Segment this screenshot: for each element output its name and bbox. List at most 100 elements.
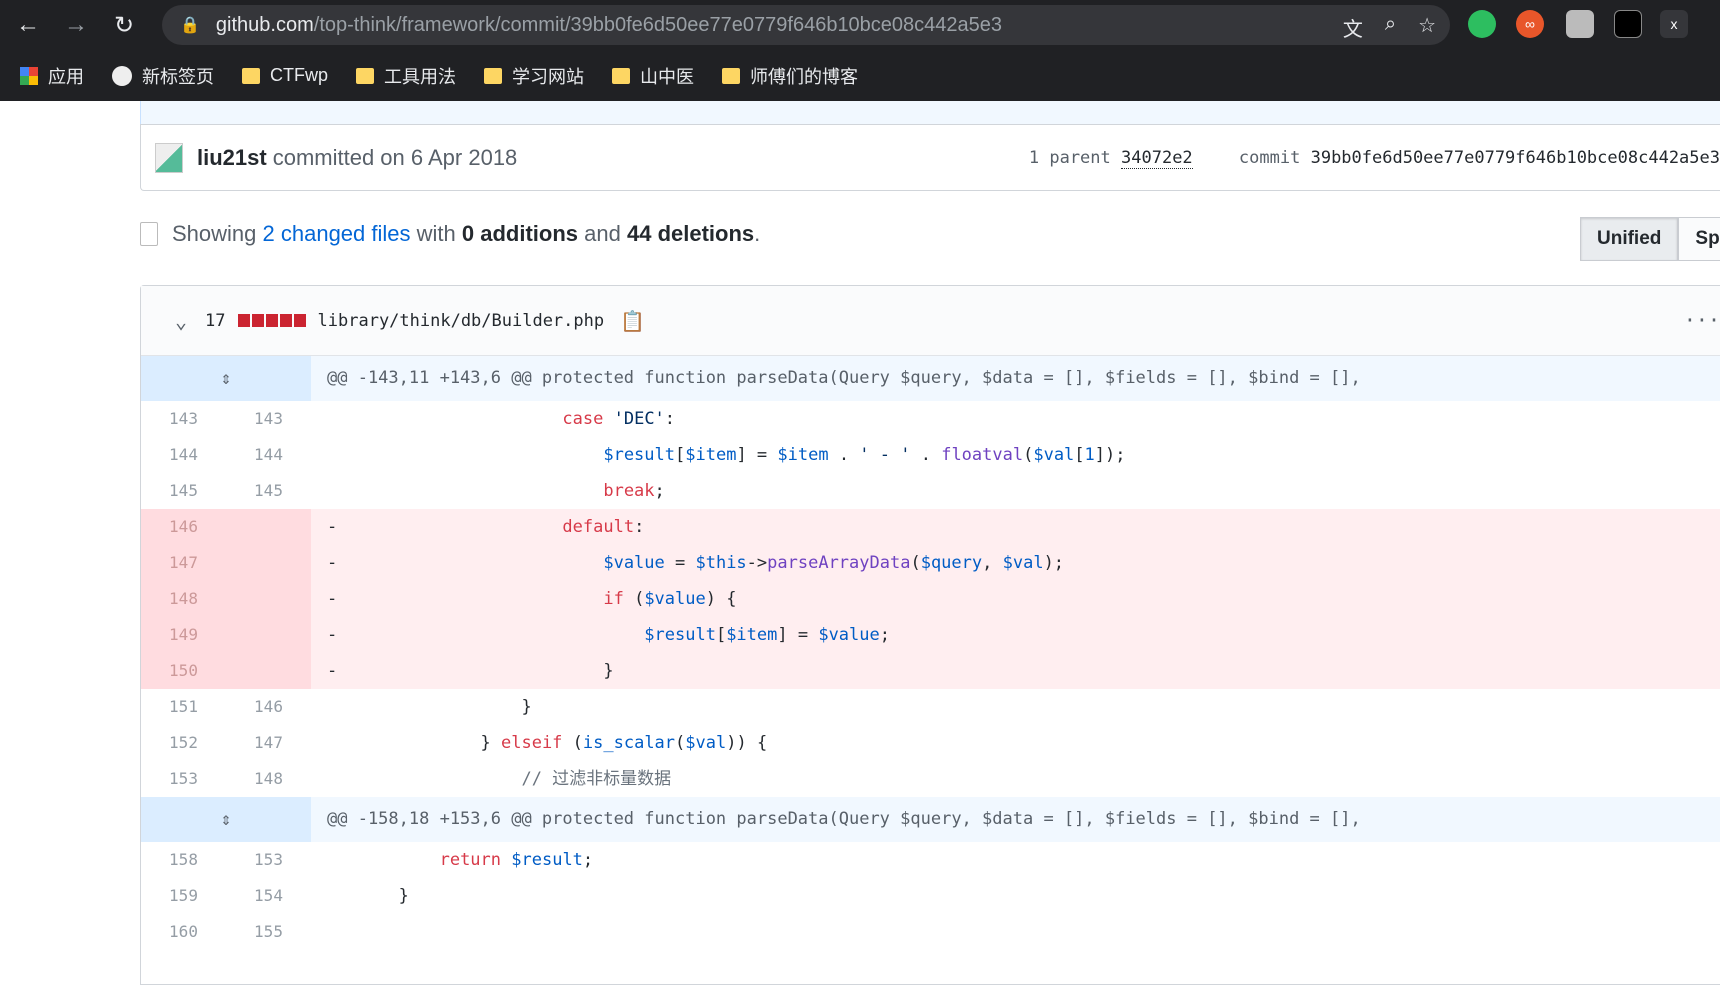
- code-token: $item: [726, 625, 778, 645]
- evernote-extension-icon[interactable]: [1468, 10, 1496, 38]
- reload-icon[interactable]: ↻: [104, 5, 144, 45]
- expand-icon[interactable]: ⇕: [141, 797, 311, 842]
- commit-sha: 39bb0fe6d50ee77e0779f646b10bce08c442a5e3: [1310, 147, 1720, 168]
- code-token: $val: [1033, 445, 1075, 465]
- old-line-number[interactable]: 149: [141, 617, 226, 653]
- globe-icon: [112, 65, 132, 86]
- code-line: return $result;: [311, 842, 1720, 878]
- deleted-line: 150 - }: [141, 653, 1720, 689]
- new-line-number[interactable]: 147: [226, 725, 311, 761]
- old-line-number[interactable]: 160: [141, 914, 226, 950]
- address-bar[interactable]: 🔒 github.com/top-think/framework/commit/…: [162, 5, 1450, 45]
- code-token: }: [327, 697, 532, 717]
- code-token: :: [664, 409, 676, 429]
- bookmark-item[interactable]: 山中医: [612, 63, 694, 89]
- changed-files-link[interactable]: 2 changed files: [263, 221, 411, 247]
- code-token: default: [562, 517, 635, 537]
- more-options-icon[interactable]: ···: [1684, 308, 1720, 332]
- bookmark-item[interactable]: 新标签页: [112, 63, 214, 89]
- code-line: - default:: [311, 509, 1720, 545]
- new-line-number[interactable]: 143: [226, 401, 311, 437]
- old-line-number[interactable]: 148: [141, 581, 226, 617]
- old-line-number[interactable]: 158: [141, 842, 226, 878]
- diff-view-toggle: Unified Split: [1580, 217, 1720, 261]
- old-line-number[interactable]: 159: [141, 878, 226, 914]
- code-token: ;: [879, 625, 890, 645]
- code-token: )) {: [726, 733, 768, 753]
- code-token: ) {: [705, 589, 737, 609]
- bookmark-item[interactable]: CTFwp: [242, 65, 328, 86]
- old-line-number[interactable]: 153: [141, 761, 226, 797]
- bookmark-item[interactable]: 师傅们的博客: [722, 63, 858, 89]
- old-line-number[interactable]: 147: [141, 545, 226, 581]
- old-line-number[interactable]: 144: [141, 437, 226, 473]
- new-line-number[interactable]: 155: [226, 914, 311, 950]
- new-line-number[interactable]: [226, 653, 311, 689]
- old-line-number[interactable]: 152: [141, 725, 226, 761]
- new-line-number[interactable]: [226, 545, 311, 581]
- extension-icon[interactable]: [1566, 10, 1594, 38]
- avatar[interactable]: [155, 142, 183, 173]
- new-line-number[interactable]: 146: [226, 689, 311, 725]
- code-token: ;: [582, 850, 594, 870]
- code-token: 1: [1084, 445, 1095, 465]
- code-token: (: [675, 733, 686, 753]
- file-path[interactable]: library/think/db/Builder.php: [318, 311, 605, 331]
- new-line-number[interactable]: 153: [226, 842, 311, 878]
- summary-text: and: [584, 221, 621, 246]
- unified-button[interactable]: Unified: [1580, 217, 1679, 261]
- new-line-number[interactable]: 148: [226, 761, 311, 797]
- code-token: // 过滤非标量数据: [521, 769, 672, 789]
- infinity-extension-icon[interactable]: ∞: [1516, 10, 1544, 38]
- context-line: 152 147 } elseif (is_scalar($val)) {: [141, 725, 1720, 761]
- old-line-number[interactable]: 150: [141, 653, 226, 689]
- hunk-text: @@ -143,11 +143,6 @@ protected function …: [327, 368, 1361, 388]
- code-token: ,: [982, 553, 1003, 573]
- translate-icon[interactable]: 文: [1343, 13, 1363, 42]
- code-token: [: [675, 445, 686, 465]
- expand-icon[interactable]: ⇕: [141, 356, 311, 401]
- zoom-icon[interactable]: ⌕: [1385, 13, 1396, 42]
- chevron-down-icon[interactable]: ⌄: [175, 309, 187, 333]
- bookmark-item[interactable]: 工具用法: [356, 63, 456, 89]
- old-line-number[interactable]: 146: [141, 509, 226, 545]
- code-token: -: [327, 553, 604, 573]
- code-token: ]);: [1094, 445, 1126, 465]
- old-line-number[interactable]: 145: [141, 473, 226, 509]
- parent-sha-link[interactable]: 34072e2: [1121, 147, 1193, 169]
- bookmark-item[interactable]: 应用: [20, 63, 84, 89]
- new-line-number[interactable]: [226, 581, 311, 617]
- new-line-number[interactable]: 145: [226, 473, 311, 509]
- new-line-number[interactable]: 154: [226, 878, 311, 914]
- old-line-number[interactable]: 151: [141, 689, 226, 725]
- hunk-header: ⇕ @@ -143,11 +143,6 @@ protected function…: [141, 356, 1720, 401]
- forward-icon[interactable]: →: [56, 5, 96, 45]
- new-line-number[interactable]: 144: [226, 437, 311, 473]
- copy-path-icon[interactable]: 📋: [620, 309, 645, 333]
- code-token: $value: [603, 553, 665, 573]
- old-line-number[interactable]: 143: [141, 401, 226, 437]
- context-line: 151 146 }: [141, 689, 1720, 725]
- bookmark-item[interactable]: 学习网站: [484, 63, 584, 89]
- author-link[interactable]: liu21st: [197, 145, 267, 171]
- code-token: -: [327, 589, 604, 609]
- code-token: $query: [920, 553, 983, 573]
- parent-label: 1 parent: [1028, 147, 1111, 168]
- code-line: case 'DEC':: [311, 401, 1720, 437]
- x-extension-icon[interactable]: x: [1660, 10, 1688, 38]
- code-line: }: [311, 878, 1720, 914]
- extension-badge-icon[interactable]: [1614, 10, 1642, 38]
- split-button[interactable]: Split: [1678, 217, 1720, 261]
- back-icon[interactable]: ←: [8, 5, 48, 45]
- new-line-number[interactable]: [226, 617, 311, 653]
- code-token: floatval: [941, 445, 1024, 465]
- code-token: $this: [695, 553, 747, 573]
- additions-count: 0 additions: [461, 221, 579, 246]
- bookmark-label: 新标签页: [142, 66, 214, 87]
- new-line-number[interactable]: [226, 509, 311, 545]
- star-icon[interactable]: ☆: [1418, 13, 1436, 42]
- commit-message-strip: [140, 101, 1720, 124]
